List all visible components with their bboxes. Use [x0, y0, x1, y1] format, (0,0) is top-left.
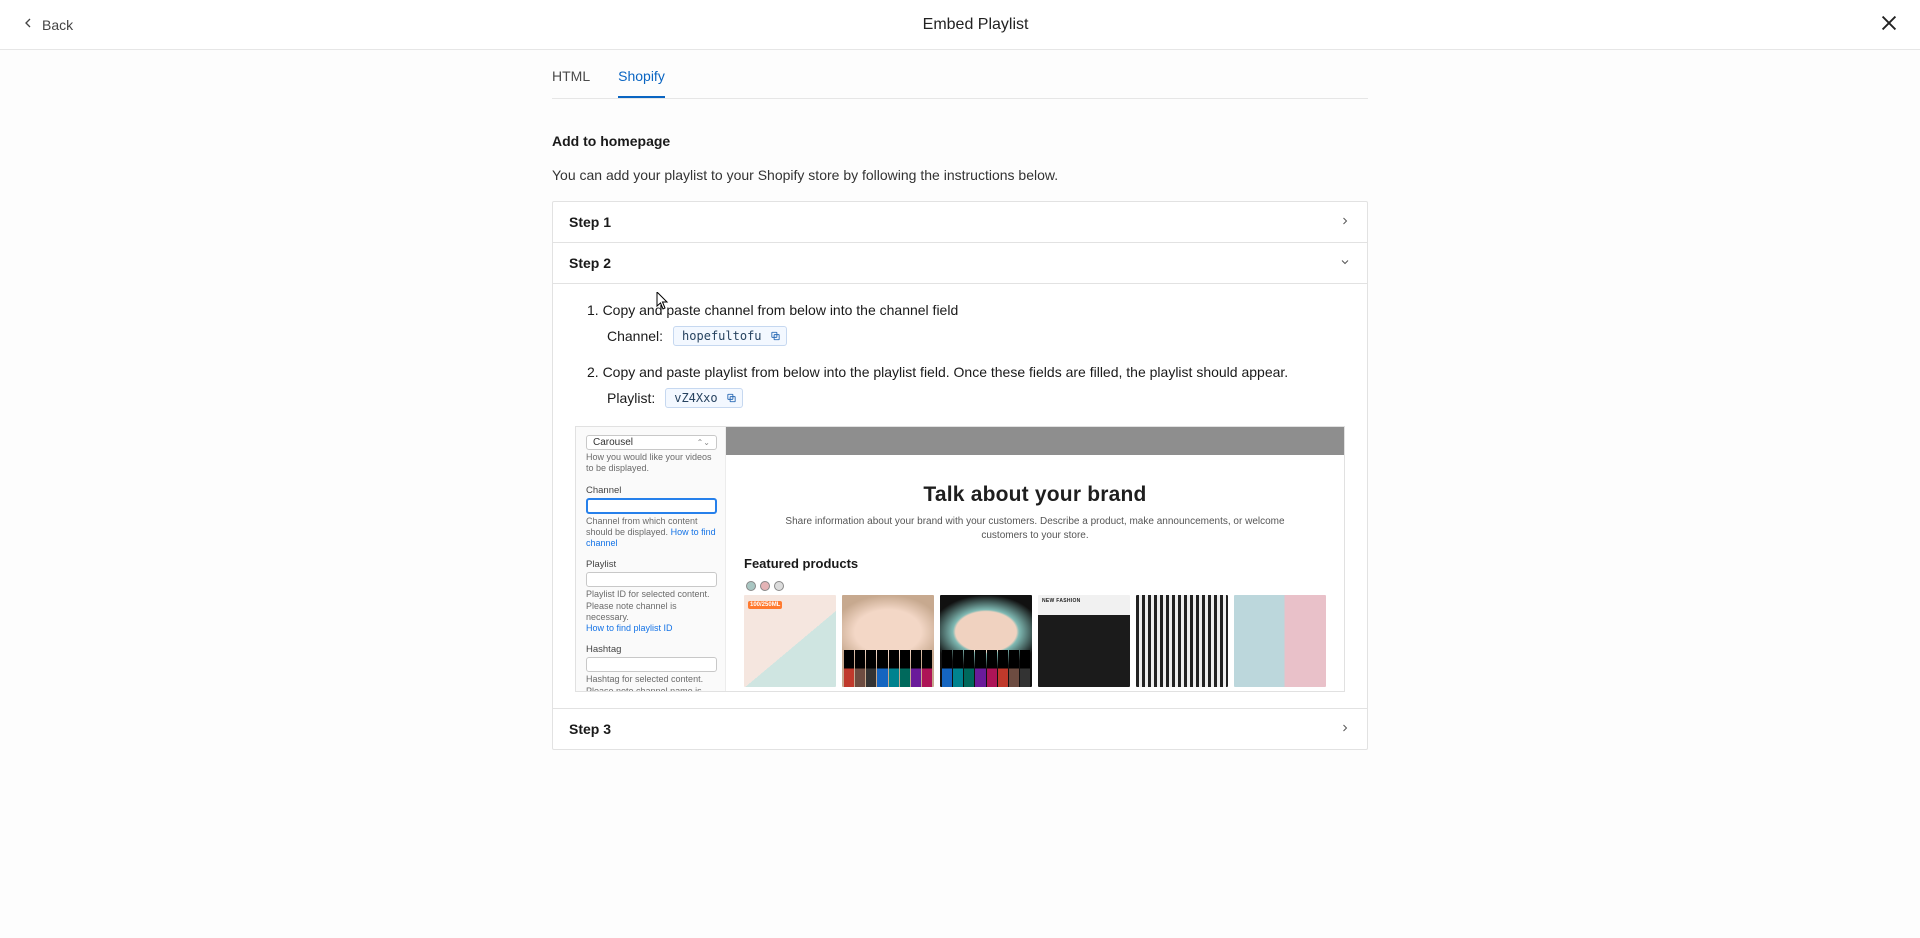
- step-2-body: 1. Copy and paste channel from below int…: [553, 283, 1367, 708]
- steps-accordion: Step 1 Step 2 1. Copy and paste channel …: [552, 201, 1368, 750]
- channel-field-label: Channel: [586, 485, 717, 496]
- tab-html[interactable]: HTML: [552, 58, 590, 98]
- step-2-instruction-2: 2. Copy and paste playlist from below in…: [587, 364, 1345, 380]
- step-3: Step 3: [553, 708, 1367, 749]
- section-description: You can add your playlist to your Shopif…: [552, 167, 1368, 183]
- channel-value: hopefultofu: [682, 329, 761, 343]
- display-mode-value: Carousel: [593, 437, 633, 448]
- copy-icon: [770, 331, 781, 342]
- copy-icon: [726, 393, 737, 404]
- playlist-value: vZ4Xxo: [674, 391, 717, 405]
- page-body: HTML Shopify Add to homepage You can add…: [552, 58, 1368, 790]
- product-tile: [1234, 595, 1326, 687]
- chevron-right-icon: [1339, 214, 1351, 230]
- section-title: Add to homepage: [552, 133, 1368, 149]
- color-swatches: [744, 581, 1326, 591]
- back-label: Back: [42, 17, 73, 33]
- step-2-header[interactable]: Step 2: [553, 243, 1367, 283]
- playlist-field-label: Playlist: [586, 559, 717, 570]
- step-2: Step 2 1. Copy and paste channel from be…: [553, 242, 1367, 708]
- channel-field-input: [586, 498, 717, 514]
- hashtag-field-help: Hashtag for selected content. Please not…: [586, 674, 717, 691]
- hashtag-field-label: Hashtag: [586, 644, 717, 655]
- preview-featured-title: Featured products: [744, 556, 1326, 571]
- swatch-icon: [774, 581, 784, 591]
- step-3-header[interactable]: Step 3: [553, 709, 1367, 749]
- embed-tabs: HTML Shopify: [552, 58, 1368, 99]
- swatch-icon: [760, 581, 770, 591]
- step-1-label: Step 1: [569, 214, 611, 230]
- swatch-icon: [746, 581, 756, 591]
- step-3-label: Step 3: [569, 721, 611, 737]
- display-mode-select: Carousel ⌃⌄: [586, 435, 717, 450]
- product-tile: [842, 595, 934, 687]
- product-tile: [940, 595, 1032, 687]
- chevron-left-icon: [20, 15, 36, 34]
- channel-code[interactable]: hopefultofu: [673, 326, 786, 346]
- hashtag-field-input: [586, 657, 717, 672]
- channel-field-help: Channel from which content should be dis…: [586, 516, 717, 550]
- tab-shopify[interactable]: Shopify: [618, 58, 665, 98]
- preview-header-bar: [726, 427, 1344, 455]
- channel-label: Channel:: [607, 328, 663, 344]
- chevron-up-down-icon: ⌃⌄: [697, 438, 710, 447]
- preview-hero-title: Talk about your brand: [766, 483, 1304, 507]
- modal-header: Back Embed Playlist: [0, 0, 1920, 50]
- how-to-find-playlist-link: How to find playlist ID: [586, 623, 673, 633]
- step-2-instruction-1: 1. Copy and paste channel from below int…: [587, 302, 1345, 318]
- playlist-code[interactable]: vZ4Xxo: [665, 388, 742, 408]
- close-button[interactable]: [1878, 12, 1900, 37]
- chevron-down-icon: [1339, 255, 1351, 271]
- step-2-label: Step 2: [569, 255, 611, 271]
- shopify-settings-panel: Carousel ⌃⌄ How you would like your vide…: [576, 427, 726, 691]
- close-icon: [1878, 21, 1900, 37]
- step-1: Step 1: [553, 202, 1367, 242]
- playlist-field-input: [586, 572, 717, 587]
- chevron-right-icon: [1339, 721, 1351, 737]
- display-mode-help: How you would like your videos to be dis…: [586, 452, 717, 475]
- shopify-store-preview: Talk about your brand Share information …: [726, 427, 1344, 691]
- product-tile: [1136, 595, 1228, 687]
- playlist-field-help: Playlist ID for selected content. Please…: [586, 589, 717, 634]
- back-button[interactable]: Back: [20, 15, 73, 34]
- shopify-screenshot: Carousel ⌃⌄ How you would like your vide…: [575, 426, 1345, 692]
- product-tile: [1038, 595, 1130, 687]
- preview-hero: Talk about your brand Share information …: [726, 455, 1344, 556]
- preview-featured: Featured products: [726, 556, 1344, 687]
- product-tile: [744, 595, 836, 687]
- playlist-label: Playlist:: [607, 390, 655, 406]
- preview-hero-subtitle: Share information about your brand with …: [766, 515, 1304, 542]
- product-grid: [744, 595, 1326, 687]
- step-1-header[interactable]: Step 1: [553, 202, 1367, 242]
- page-title: Embed Playlist: [923, 16, 1029, 34]
